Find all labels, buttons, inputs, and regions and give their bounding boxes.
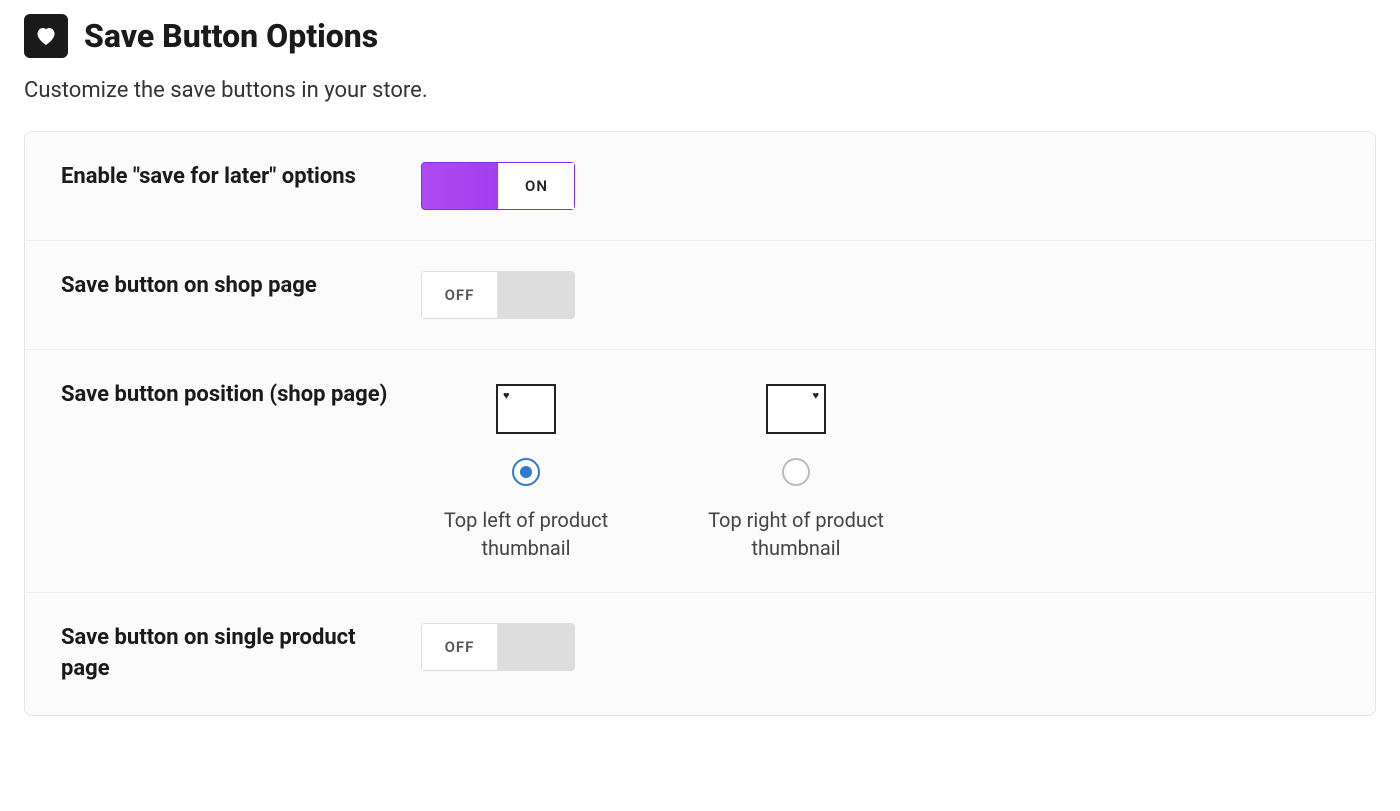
row-shop-page-button: Save button on shop page OFF: [25, 241, 1375, 350]
row-control: OFF: [421, 623, 1339, 671]
row-label: Save button on shop page: [61, 271, 421, 302]
enable-save-for-later-toggle[interactable]: ON: [421, 162, 575, 210]
row-label: Save button on single product page: [61, 623, 421, 685]
heart-icon: ♥: [812, 390, 819, 401]
row-control: ON: [421, 162, 1339, 210]
row-single-product-button: Save button on single product page OFF: [25, 593, 1375, 715]
radio-indicator: [512, 458, 540, 486]
settings-panel: Enable "save for later" options ON Save …: [24, 131, 1376, 716]
shop-page-button-toggle[interactable]: OFF: [421, 271, 575, 319]
toggle-thumb: OFF: [422, 624, 498, 670]
row-shop-page-position: Save button position (shop page) ♥ Top l…: [25, 350, 1375, 593]
position-option-top-left[interactable]: ♥ Top left of product thumbnail: [421, 384, 631, 562]
page-subtitle: Customize the save buttons in your store…: [24, 78, 1376, 103]
radio-dot: [520, 466, 532, 478]
thumbnail-preview-icon: ♥: [496, 384, 556, 434]
row-control: OFF: [421, 271, 1339, 319]
heart-icon: ♥: [503, 390, 510, 401]
position-option-top-right[interactable]: ♥ Top right of product thumbnail: [691, 384, 901, 562]
page-header: Save Button Options: [24, 14, 1376, 58]
row-enable-save-for-later: Enable "save for later" options ON: [25, 132, 1375, 241]
toggle-thumb: ON: [498, 163, 574, 209]
position-radio-group: ♥ Top left of product thumbnail ♥ Top ri…: [421, 380, 901, 562]
radio-indicator: [782, 458, 810, 486]
row-control: ♥ Top left of product thumbnail ♥ Top ri…: [421, 380, 1339, 562]
row-label: Enable "save for later" options: [61, 162, 421, 193]
radio-caption: Top left of product thumbnail: [421, 506, 631, 562]
heart-icon: [24, 14, 68, 58]
toggle-thumb: OFF: [422, 272, 498, 318]
thumbnail-preview-icon: ♥: [766, 384, 826, 434]
radio-caption: Top right of product thumbnail: [691, 506, 901, 562]
page-title: Save Button Options: [84, 17, 378, 55]
row-label: Save button position (shop page): [61, 380, 421, 411]
single-product-button-toggle[interactable]: OFF: [421, 623, 575, 671]
